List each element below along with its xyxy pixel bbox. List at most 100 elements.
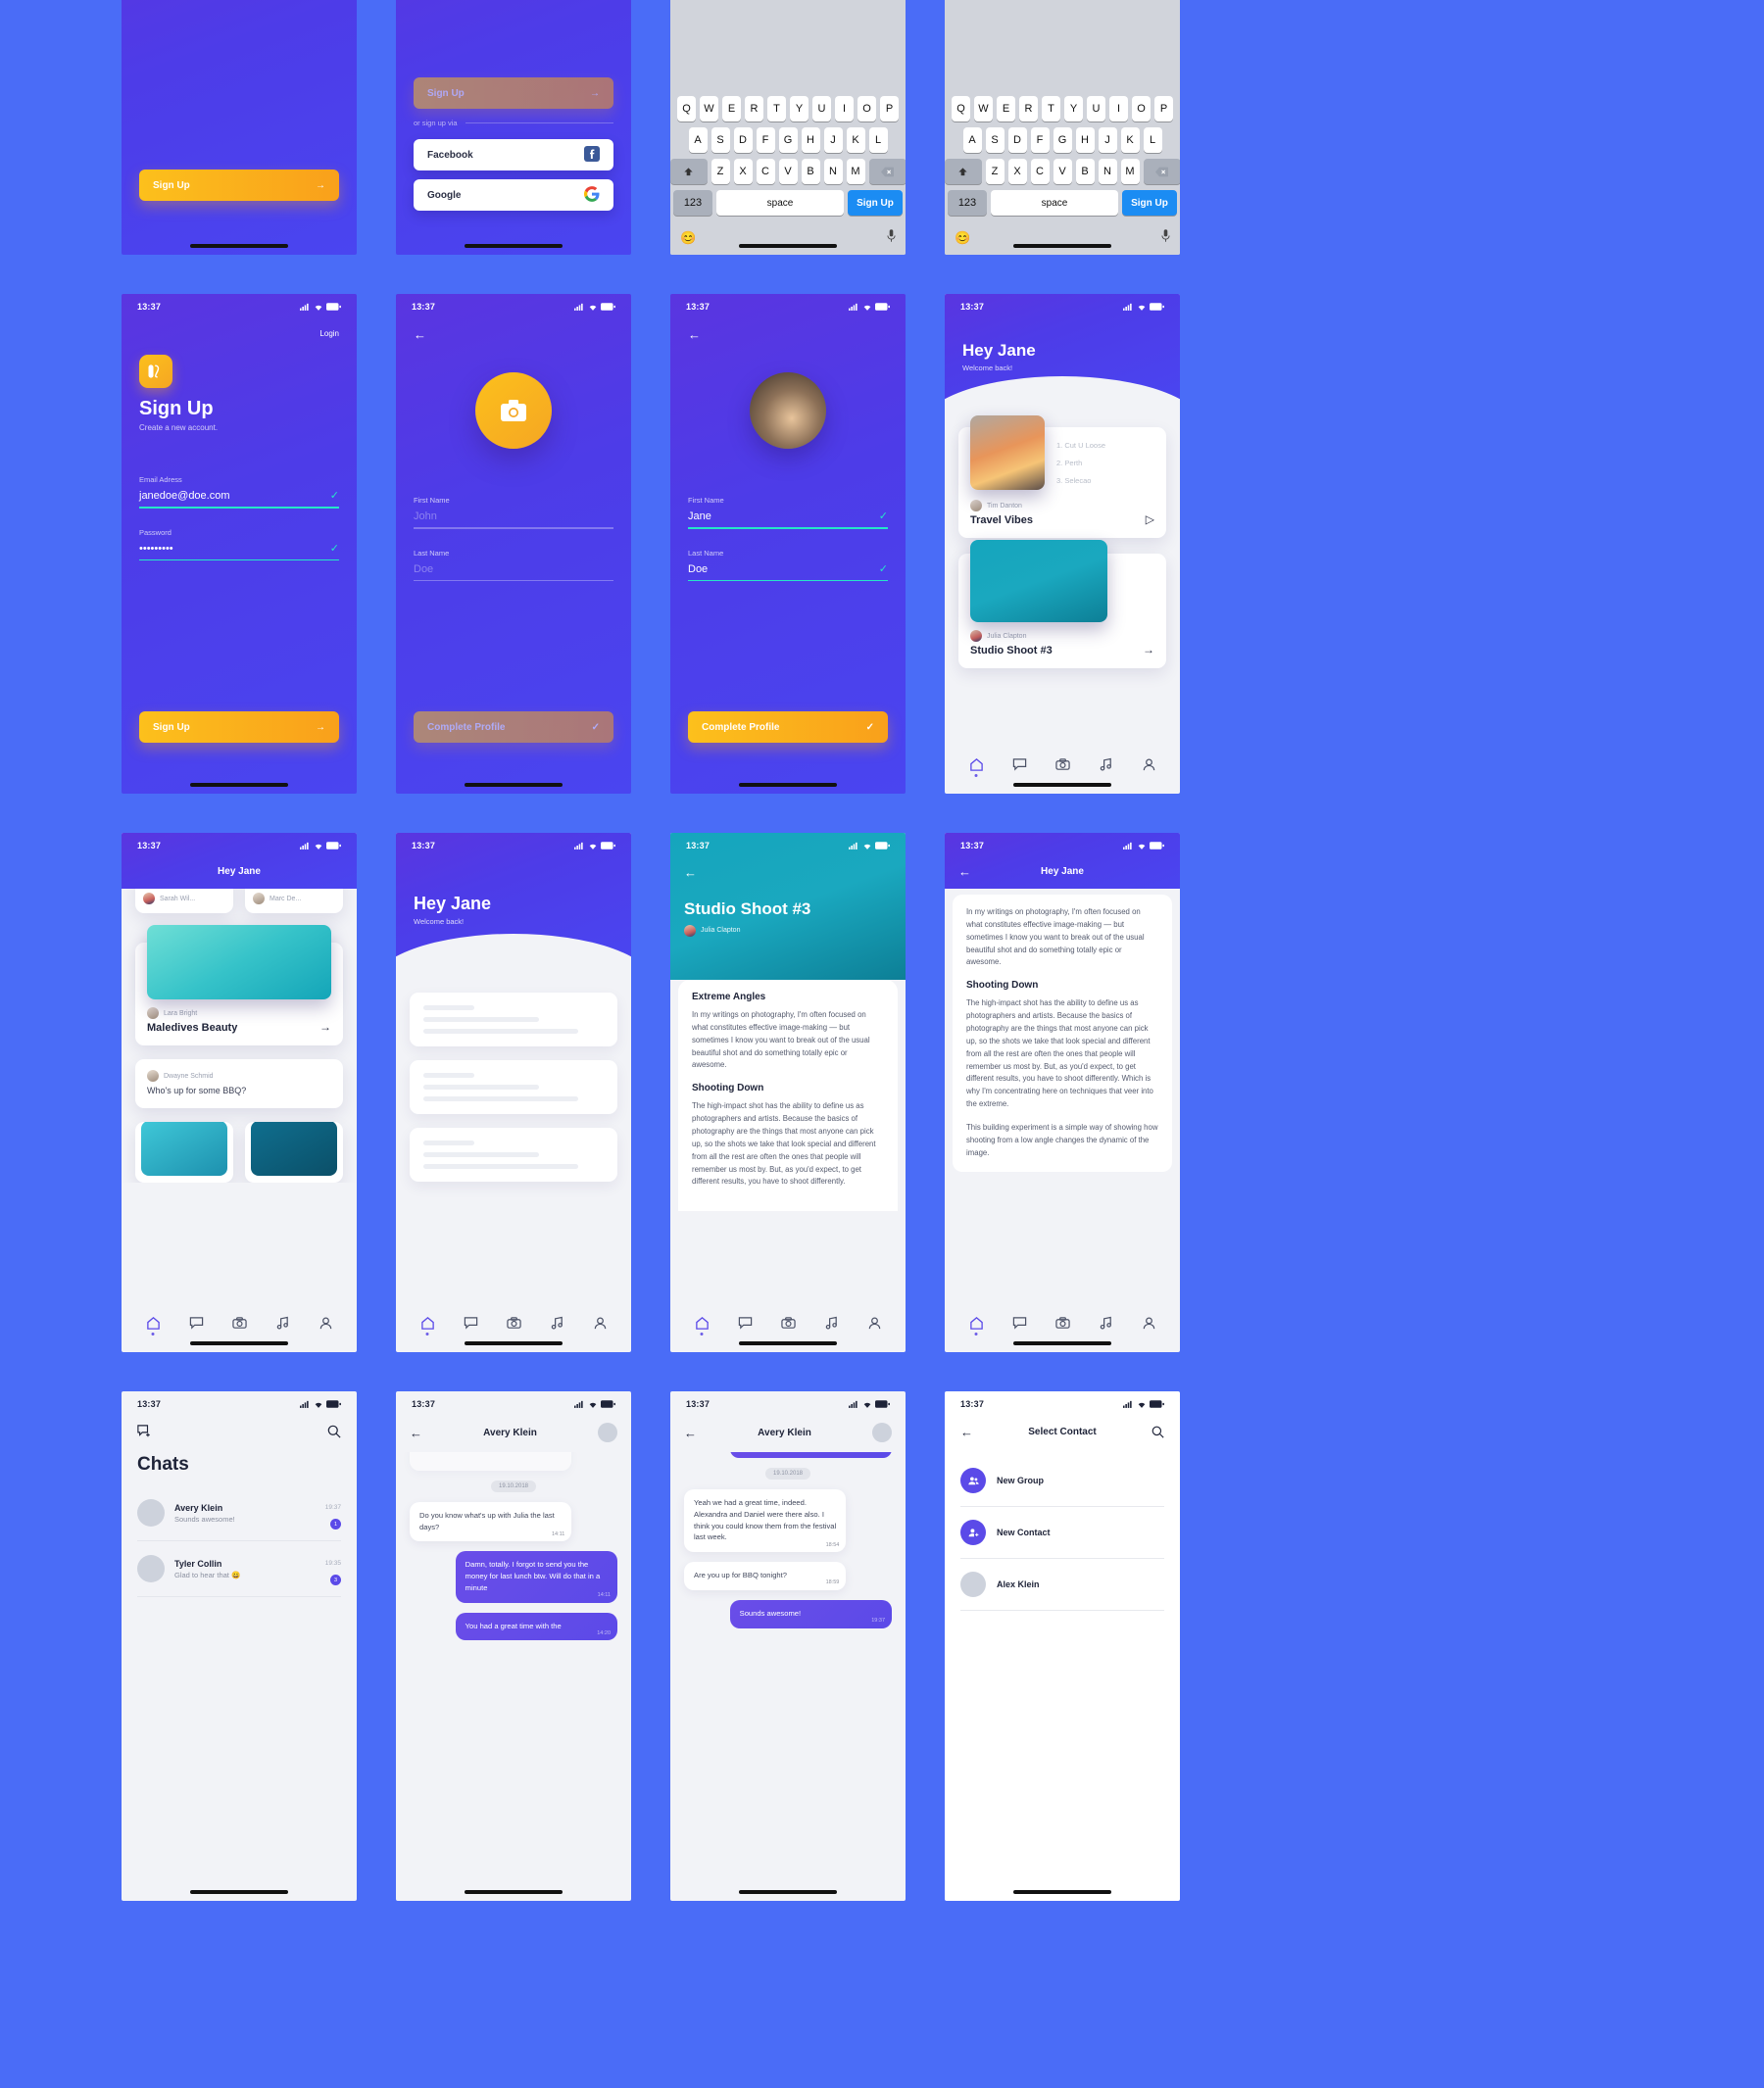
tab-chat[interactable] (1010, 756, 1028, 772)
tab-profile[interactable] (1140, 756, 1157, 772)
key-k[interactable]: K (846, 127, 865, 153)
key-c[interactable]: C (756, 159, 775, 184)
first-name-field[interactable]: First Name Jane ✓ (688, 496, 888, 529)
tab-music[interactable] (822, 1315, 840, 1331)
back-arrow-icon[interactable]: ← (410, 1426, 422, 1440)
key-n[interactable]: N (823, 159, 843, 184)
tab-chat[interactable] (462, 1315, 479, 1331)
tab-home[interactable] (967, 756, 985, 777)
numeric-key[interactable]: 123 (673, 190, 712, 216)
media-card[interactable] (245, 1122, 343, 1183)
tab-profile[interactable] (317, 1315, 334, 1331)
tab-chat[interactable] (1010, 1315, 1028, 1331)
key-m[interactable]: M (846, 159, 865, 184)
complete-profile-button[interactable]: Complete Profile ✓ (414, 711, 613, 743)
tab-music[interactable] (1097, 756, 1114, 772)
password-field[interactable]: Password ••••••••• ✓ (139, 528, 339, 560)
tab-music[interactable] (273, 1315, 291, 1331)
media-card[interactable]: Julia Clapton Studio Shoot #3 → (958, 540, 1166, 668)
key-j[interactable]: J (1098, 127, 1117, 153)
key-v[interactable]: V (1053, 159, 1072, 184)
key-f[interactable]: F (1030, 127, 1050, 153)
key-q[interactable]: Q (952, 96, 970, 121)
back-arrow-icon[interactable]: ← (960, 1425, 973, 1439)
complete-profile-button[interactable]: Complete Profile ✓ (688, 711, 888, 743)
search-icon[interactable] (1152, 1426, 1164, 1438)
emoji-icon[interactable]: 😊 (955, 230, 970, 246)
key-e[interactable]: E (722, 96, 741, 121)
chat-list-item[interactable]: Avery Klein Sounds awesome! 19:37 1 (137, 1485, 341, 1541)
key-u[interactable]: U (1087, 96, 1105, 121)
tab-home[interactable] (144, 1315, 162, 1335)
shift-key[interactable] (670, 159, 708, 184)
email-field[interactable]: Email Adress janedoe@doe.com ✓ (139, 475, 339, 509)
keyboard-action-key[interactable]: Sign Up (1122, 190, 1177, 216)
sign-up-button[interactable]: Sign Up → (139, 170, 339, 201)
key-t[interactable]: T (767, 96, 786, 121)
search-icon[interactable] (327, 1425, 341, 1438)
key-u[interactable]: U (812, 96, 831, 121)
key-v[interactable]: V (778, 159, 798, 184)
tab-chat[interactable] (187, 1315, 205, 1331)
key-q[interactable]: Q (677, 96, 696, 121)
tab-camera[interactable] (1054, 756, 1071, 772)
key-w[interactable]: W (974, 96, 993, 121)
key-r[interactable]: R (745, 96, 763, 121)
key-g[interactable]: G (778, 127, 798, 153)
key-e[interactable]: E (997, 96, 1015, 121)
media-card[interactable]: Marc De... (245, 889, 343, 913)
play-icon[interactable]: ▷ (1146, 512, 1154, 526)
chat-list-item[interactable]: Tyler Collin Glad to hear that 😀 19:35 3 (137, 1541, 341, 1597)
key-z[interactable]: Z (985, 159, 1004, 184)
key-y[interactable]: Y (1064, 96, 1083, 121)
list-item[interactable]: New Group (960, 1455, 1164, 1507)
key-i[interactable]: I (1109, 96, 1128, 121)
backspace-key[interactable] (868, 159, 906, 184)
back-arrow-icon[interactable]: ← (684, 865, 697, 880)
tab-camera[interactable] (779, 1315, 797, 1331)
last-name-field[interactable]: Last Name Doe ✓ (688, 549, 888, 581)
backspace-key[interactable] (1143, 159, 1180, 184)
key-l[interactable]: L (868, 127, 888, 153)
key-z[interactable]: Z (710, 159, 730, 184)
google-signup-button[interactable]: Google (414, 179, 613, 211)
key-x[interactable]: X (733, 159, 753, 184)
last-name-field[interactable]: Last Name Doe (414, 549, 613, 581)
key-r[interactable]: R (1019, 96, 1038, 121)
key-h[interactable]: H (1075, 127, 1095, 153)
emoji-icon[interactable]: 😊 (680, 230, 696, 246)
key-l[interactable]: L (1143, 127, 1162, 153)
key-s[interactable]: S (710, 127, 730, 153)
key-w[interactable]: W (700, 96, 718, 121)
tab-home[interactable] (693, 1315, 710, 1335)
key-g[interactable]: G (1053, 127, 1072, 153)
tab-home[interactable] (967, 1315, 985, 1335)
media-card[interactable] (135, 1122, 233, 1183)
key-o[interactable]: O (1132, 96, 1151, 121)
key-b[interactable]: B (1075, 159, 1095, 184)
sign-up-button[interactable]: Sign Up → (139, 711, 339, 743)
key-d[interactable]: D (1007, 127, 1027, 153)
avatar[interactable] (750, 372, 826, 449)
key-a[interactable]: A (962, 127, 982, 153)
key-x[interactable]: X (1007, 159, 1027, 184)
tab-music[interactable] (1097, 1315, 1114, 1331)
media-card[interactable]: 1. Cut U Loose 2. Perth 3. Selecao Tim D… (958, 415, 1166, 538)
arrow-right-icon[interactable]: → (1143, 643, 1154, 656)
new-chat-icon[interactable] (137, 1425, 151, 1438)
key-d[interactable]: D (733, 127, 753, 153)
key-f[interactable]: F (756, 127, 775, 153)
key-y[interactable]: Y (790, 96, 808, 121)
key-b[interactable]: B (801, 159, 820, 184)
first-name-field[interactable]: First Name John (414, 496, 613, 529)
key-o[interactable]: O (858, 96, 876, 121)
tab-camera[interactable] (230, 1315, 248, 1331)
key-n[interactable]: N (1098, 159, 1117, 184)
list-item[interactable]: New Contact (960, 1507, 1164, 1559)
key-t[interactable]: T (1042, 96, 1060, 121)
space-key[interactable]: space (991, 190, 1118, 216)
key-h[interactable]: H (801, 127, 820, 153)
back-arrow-icon[interactable]: ← (684, 1426, 697, 1440)
facebook-signup-button[interactable]: Facebook (414, 139, 613, 170)
keyboard-action-key[interactable]: Sign Up (848, 190, 903, 216)
